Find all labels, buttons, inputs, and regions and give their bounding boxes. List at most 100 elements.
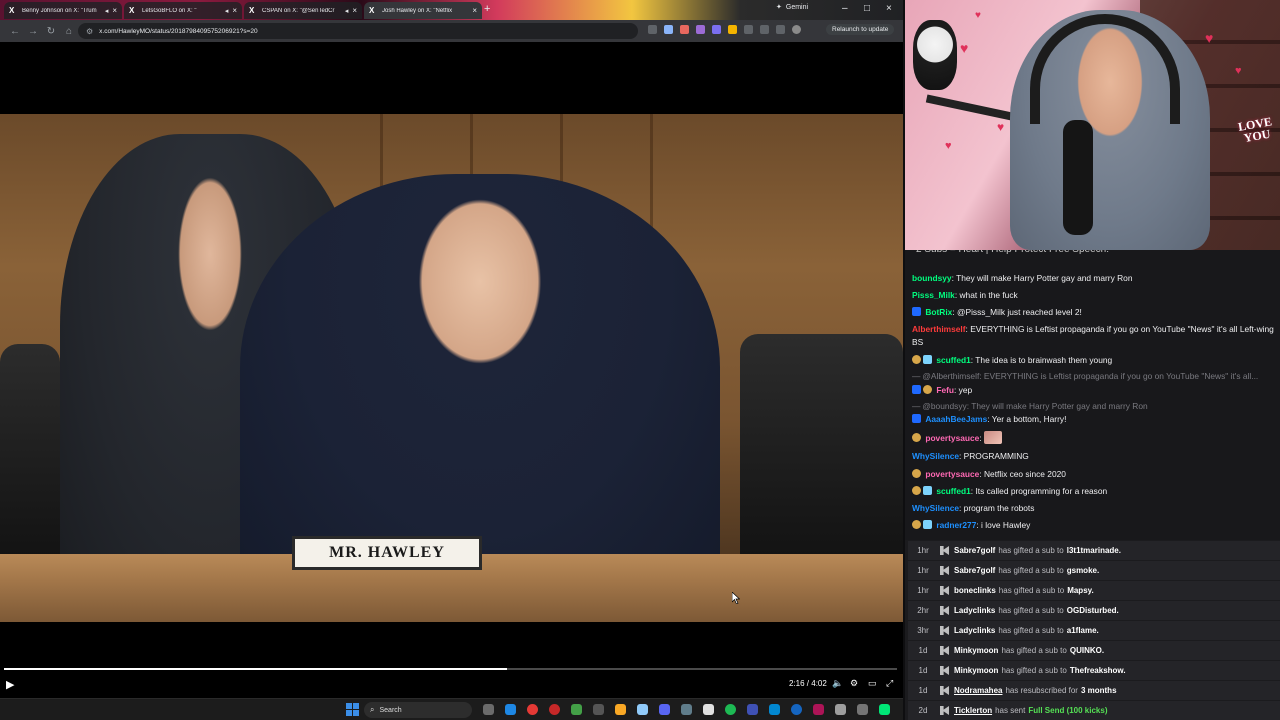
gemini-button[interactable]: ✦ Gemini: [776, 3, 808, 12]
tab-cspan[interactable]: X CSPAN on X: "@SenTedCr ◂ ×: [244, 2, 362, 19]
maximize-button[interactable]: □: [864, 3, 870, 14]
chat-header: 2 Subs = Heart | Help Protect Free Speec…: [905, 250, 1280, 260]
new-tab-button[interactable]: +: [484, 3, 490, 15]
chat-username[interactable]: Pisss_Milk: [912, 290, 955, 300]
file-explorer-icon[interactable]: [615, 704, 626, 715]
chrome-icon[interactable]: [527, 704, 538, 715]
app-icon[interactable]: [637, 704, 648, 715]
event-user[interactable]: Sabre7golf: [954, 546, 995, 555]
fullscreen-icon[interactable]: ⤢: [886, 678, 893, 689]
chat-message: Alberthimself: EVERYTHING is Leftist pro…: [912, 324, 1274, 347]
app-icon[interactable]: [747, 704, 758, 715]
app-icon[interactable]: [703, 704, 714, 715]
webcam-feed: ♥ ♥ ♥ ♥ ♥ ♥ ♥ ♥ LOVE YOU: [905, 0, 1280, 250]
heart-decoration: ♥: [1235, 65, 1242, 77]
app-icon[interactable]: [681, 704, 692, 715]
video-frame[interactable]: MR. HAWLEY: [0, 114, 903, 622]
heart-decoration: ♥: [1205, 30, 1214, 46]
event-user[interactable]: Minkymoon: [954, 666, 998, 675]
chat-username[interactable]: boundsyy: [912, 273, 952, 283]
heart-decoration: ♥: [960, 40, 969, 56]
puzzle-icon[interactable]: [744, 25, 753, 34]
relaunch-button[interactable]: Relaunch to update: [826, 24, 895, 35]
extension-icon[interactable]: [728, 25, 737, 34]
chat-username[interactable]: BotRix: [925, 307, 952, 317]
chat-username[interactable]: WhySilence: [912, 503, 959, 513]
close-icon[interactable]: ×: [112, 6, 117, 15]
home-button[interactable]: ⌂: [60, 26, 78, 37]
volume-icon[interactable]: 🔈: [832, 678, 843, 689]
install-icon[interactable]: [648, 25, 657, 34]
extension-icon[interactable]: [680, 25, 689, 34]
app-icon[interactable]: [857, 704, 868, 715]
chat-username[interactable]: povertysauce: [925, 469, 979, 479]
window-close-button[interactable]: ×: [886, 3, 892, 14]
chat-username[interactable]: radner277: [936, 520, 976, 530]
chat-text: Netflix ceo since 2020: [983, 469, 1066, 479]
events-panel: 1hr Sabre7golf has gifted a sub to l3t1tma…: [905, 540, 1280, 720]
edge-icon[interactable]: [505, 704, 516, 715]
app-icon[interactable]: [571, 704, 582, 715]
site-info-icon[interactable]: ⚙: [86, 27, 93, 36]
settings-icon[interactable]: ⚙: [850, 678, 858, 689]
chat-text: The idea is to brainwash them young: [975, 355, 1113, 365]
event-target: OGDisturbed.: [1066, 606, 1119, 615]
close-icon[interactable]: ×: [352, 6, 357, 15]
chat-username[interactable]: scuffed1: [936, 486, 970, 496]
heart-decoration: ♥: [975, 10, 981, 21]
picture-in-picture-icon[interactable]: ▭: [868, 678, 877, 689]
figurine: [913, 20, 957, 90]
star-icon[interactable]: [664, 25, 673, 34]
address-bar[interactable]: ⚙ x.com/HawleyMO/status/2018798409575206…: [78, 23, 638, 39]
app-icon[interactable]: [835, 704, 846, 715]
sidebar-icon[interactable]: [760, 25, 769, 34]
tab-letsgobflo[interactable]: X LetsGoBFLO on X: " ◂ ×: [124, 2, 242, 19]
extension-icon[interactable]: [696, 25, 705, 34]
muted-speaker-icon[interactable]: ◂: [345, 7, 349, 15]
windows-start-icon[interactable]: [346, 703, 359, 716]
muted-speaker-icon[interactable]: ◂: [225, 7, 229, 15]
tab-josh-hawley[interactable]: X Josh Hawley on X: "Netflix ×: [364, 2, 482, 19]
discord-icon[interactable]: [659, 704, 670, 715]
taskbar-search[interactable]: ⌕ Search: [364, 702, 472, 718]
minimize-button[interactable]: –: [842, 3, 848, 14]
event-user[interactable]: Sabre7golf: [954, 566, 995, 575]
video-player[interactable]: MR. HAWLEY ▶ 2:16 / 4:02 🔈 ⚙ ▭ ⤢: [0, 42, 903, 698]
forward-button[interactable]: →: [24, 26, 42, 37]
task-view-icon[interactable]: [483, 704, 494, 715]
chat-username[interactable]: WhySilence: [912, 451, 959, 461]
event-user[interactable]: boneclinks: [954, 586, 996, 595]
event-user[interactable]: Ticklerton: [954, 706, 992, 715]
spotify-icon[interactable]: [725, 704, 736, 715]
chat-username[interactable]: scuffed1: [936, 355, 970, 365]
event-user[interactable]: Ladyclinks: [954, 606, 995, 615]
app-icon[interactable]: [791, 704, 802, 715]
chrome-canary-icon[interactable]: [549, 704, 560, 715]
app-icon[interactable]: [769, 704, 780, 715]
video-progress-bar[interactable]: [4, 668, 897, 670]
app-icon[interactable]: [813, 704, 824, 715]
tab-benny-johnson[interactable]: X Benny Johnson on X: "Trum ◂ ×: [4, 2, 122, 19]
event-user[interactable]: Minkymoon: [954, 646, 998, 655]
speaker-icon[interactable]: ◂: [105, 7, 109, 15]
close-icon[interactable]: ×: [232, 6, 237, 15]
extension-icon[interactable]: [712, 25, 721, 34]
chat-username[interactable]: AaaahBeeJams: [925, 414, 987, 424]
chat-username[interactable]: Fefu: [936, 385, 954, 395]
reload-button[interactable]: ↻: [42, 26, 60, 37]
event-action: has resubscribed for: [1005, 686, 1078, 695]
play-button[interactable]: ▶: [6, 678, 14, 691]
chat-username[interactable]: Alberthimself: [912, 324, 966, 334]
kick-icon[interactable]: [879, 704, 890, 715]
profile-avatar[interactable]: [792, 25, 801, 34]
download-icon[interactable]: [776, 25, 785, 34]
close-icon[interactable]: ×: [472, 6, 477, 15]
x-logo-icon: X: [9, 6, 15, 15]
event-user[interactable]: Ladyclinks: [954, 626, 995, 635]
back-button[interactable]: ←: [6, 26, 24, 37]
event-row: 2hr Ladyclinks has gifted a sub to OGDistu…: [908, 601, 1280, 621]
kick-logo-icon: [940, 626, 949, 635]
event-user[interactable]: Nodramahea: [954, 686, 1002, 695]
chat-username[interactable]: povertysauce: [925, 433, 979, 443]
app-icon[interactable]: [593, 704, 604, 715]
